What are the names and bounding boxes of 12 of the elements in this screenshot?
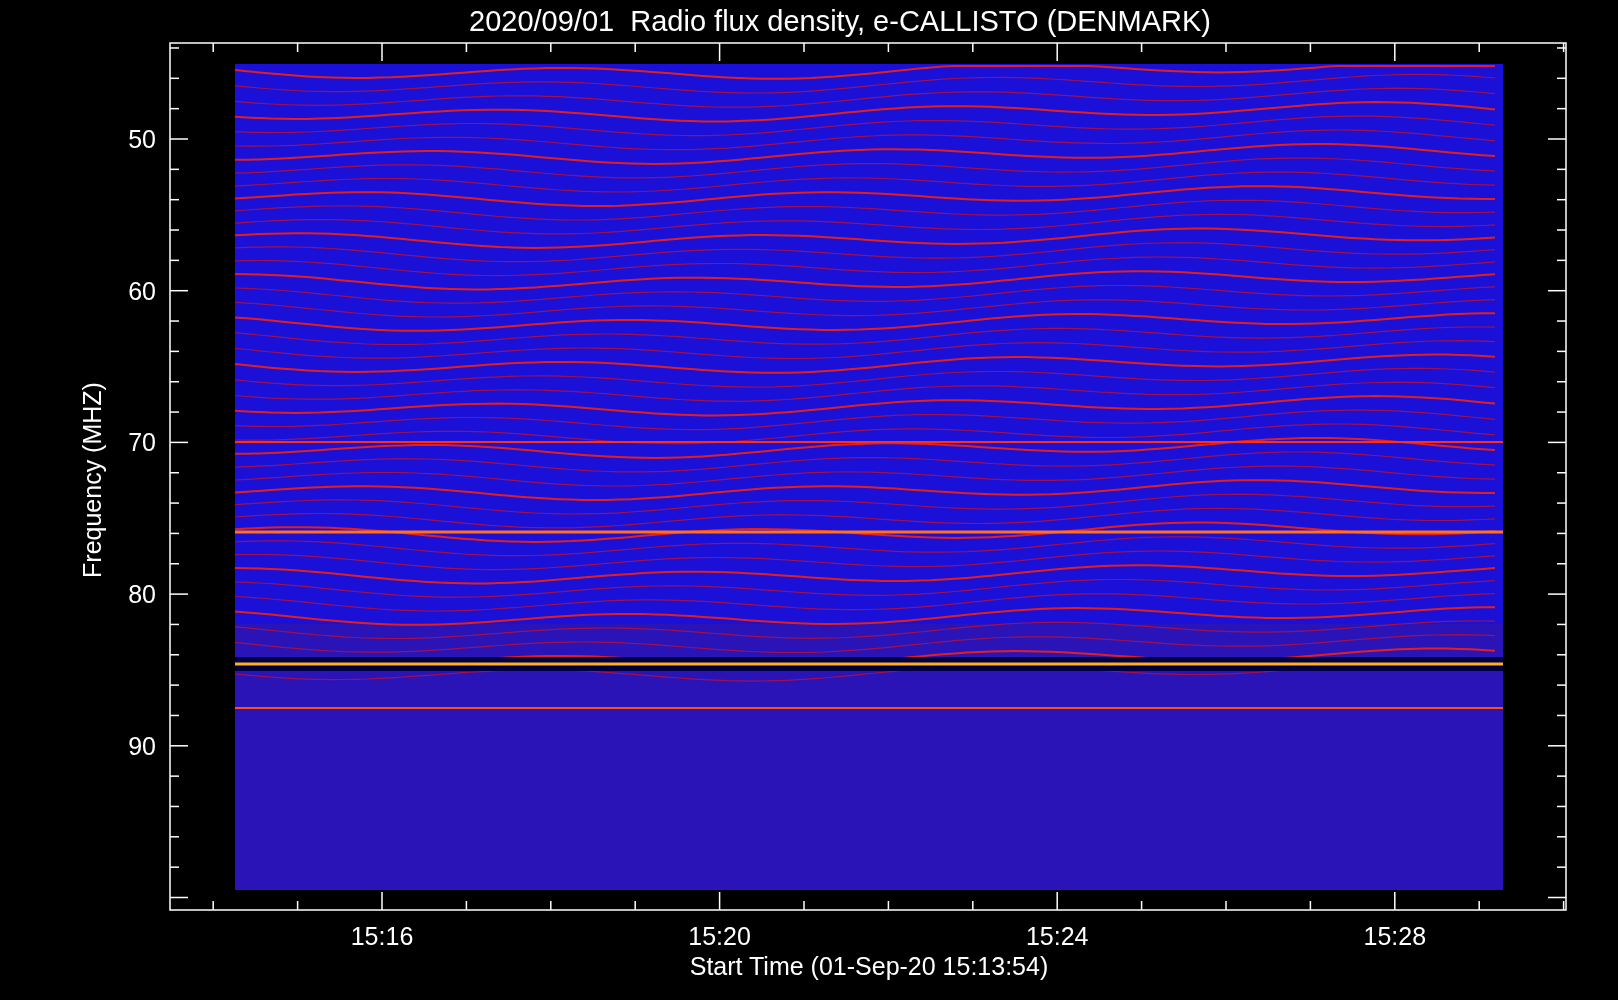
x-tick-label: 15:24: [1025, 922, 1089, 950]
y-tick-label: 60: [128, 276, 156, 305]
y-tick-label: 90: [128, 731, 156, 760]
x-tick-label: 15:20: [688, 922, 751, 950]
x-tick-label: 15:28: [1363, 922, 1427, 950]
y-axis-label: Frequency (MHZ): [78, 382, 106, 578]
y-tick-label: 50: [128, 125, 156, 153]
y-tick-label: 80: [128, 580, 156, 609]
x-axis-label: Start Time (01-Sep-20 15:13:54): [689, 952, 1049, 980]
y-tick-label: 70: [128, 428, 156, 457]
chart-title: 2020/09/01 Radio flux density, e-CALLISTO (DENMARK): [469, 5, 1211, 37]
x-tick-label: 15:16: [350, 922, 414, 950]
